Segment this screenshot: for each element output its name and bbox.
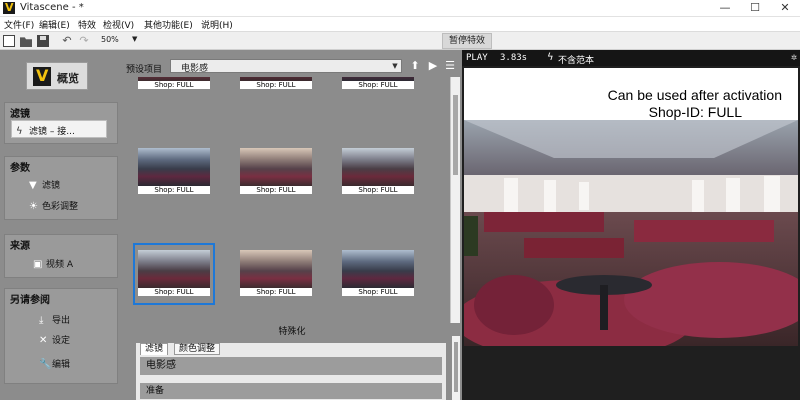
preset-thumb[interactable]: Shop: FULL [240,148,312,194]
funnel-icon: ▼ [29,180,37,191]
tab-color-adjust[interactable]: 颜色调整 [174,343,221,355]
ballroom-scene-graphic [464,120,798,346]
settings-tabs: 滤镜 颜色调整 电影感 准备 [136,343,446,400]
tab-filter[interactable]: 滤镜 [140,343,169,355]
tools-icon: ✕ [39,335,48,346]
params-item-color[interactable]: ☀ 色彩调整 [29,199,78,212]
preset-thumb[interactable]: Shop: FULL [138,148,210,194]
maximize-button[interactable]: ☐ [740,0,770,17]
time-readout: 3.83s [500,53,528,63]
preset-value: 电影感 [181,64,209,74]
params-item-filter[interactable]: ▼ 滤镜 [29,178,60,191]
window-title: Vitascene - * [20,2,84,13]
vitascene-logo-icon [33,66,51,86]
preset-label: 预设项目 [126,65,163,75]
active-filter-label: 滤镜 – 接... [29,127,75,137]
shop-id-notice: Shop-ID: FULL [648,104,742,120]
menu-bar: 文件(F) 编辑(E) 特效 检视(V) 其他功能(E) 说明(H) [0,17,800,32]
close-button[interactable]: ✕ [770,0,800,17]
preset-thumb[interactable]: Shop: FULL [240,250,312,296]
active-filter-item[interactable]: ϟ 滤镜 – 接... [11,120,107,138]
settings-scrollbar[interactable] [452,336,460,400]
preset-thumbnail-grid: Shop: FULL Shop: FULL Shop: FULL Shop: F… [122,77,448,323]
upload-arrow-icon[interactable]: ⬆ [408,58,422,73]
save-section: 另请参阅 ⤓ 导出 ✕ 设定 🔧编辑 [4,288,118,384]
list-view-icon[interactable]: ☰ [443,58,457,73]
params-section-title: 参数 [10,163,30,174]
preview-panel: PLAY 3.83s ϟ 不含范本 ✲ Can be used after ac… [462,50,800,400]
bolt-icon: ϟ [547,52,554,63]
save-disk-icon[interactable] [37,35,49,47]
filter-section-title: 滤镜 [10,109,30,120]
wrench-icon: 🔧 [39,359,52,370]
edit-button[interactable]: 🔧编辑 [39,357,70,370]
gear-icon[interactable]: ✲ [791,52,797,63]
menu-other[interactable]: 其他功能(E) [144,18,193,31]
menu-view[interactable]: 检视(V) [103,18,134,31]
menu-edit[interactable]: 编辑(E) [39,18,70,31]
zoom-level[interactable]: 50% [101,35,119,44]
monitor-icon: ▣ [33,259,43,270]
chevron-down-icon: ▼ [392,62,398,70]
left-panel: 概览 滤镜 ϟ 滤镜 – 接... 参数 ▼滤镜 ☀色彩调整 来源 ▣视频 A 另… [0,50,122,400]
export-icon: ⤓ [39,315,44,326]
preset-thumb-selected[interactable]: Shop: FULL [138,250,210,296]
source-item-video-a[interactable]: ▣ 视频 A [33,257,73,270]
filter-section: 滤镜 ϟ 滤镜 – 接... [4,102,118,144]
bolt-icon: ϟ [16,126,23,137]
menu-file[interactable]: 文件(F) [4,18,34,31]
video-preview: Can be used after activation Shop-ID: FU… [464,68,798,346]
template-badge: 不含范本 [558,56,595,66]
params-section: 参数 ▼ 滤镜 ☀ 色彩调整 [4,156,118,220]
preset-thumb[interactable]: Shop: FULL [342,250,414,296]
settings-button[interactable]: ✕ 设定 [39,333,70,346]
grid-scrollbar[interactable] [450,77,460,323]
source-section: 来源 ▣ 视频 A [4,234,118,278]
preset-thumb[interactable]: Shop: FULL [240,77,312,89]
preset-thumb[interactable]: Shop: FULL [342,148,414,194]
source-section-title: 来源 [10,241,30,252]
undo-icon[interactable]: ↶ [61,35,73,47]
redo-icon[interactable]: ↷ [78,35,90,47]
prep-header: 准备 [140,383,442,399]
preset-thumb[interactable]: Shop: FULL [342,77,414,89]
play-icon[interactable]: ▶ [426,58,440,73]
preset-panel: 预设项目 电影感 ▼ ⬆ ▶ ☰ Shop: FULL Shop: FULL S… [122,50,462,400]
preview-status-bar: PLAY 3.83s ϟ 不含范本 ✲ [462,50,800,66]
export-button[interactable]: ⤓ 导出 [39,313,70,326]
minimize-button[interactable]: — [710,0,740,17]
pause-effects-button[interactable]: 暂停特效 [442,33,492,49]
overview-label: 概览 [57,72,79,85]
menu-help[interactable]: 说明(H) [201,18,233,31]
open-folder-icon[interactable] [20,37,32,47]
sun-icon: ☀ [29,201,38,212]
ballroom-image [464,120,798,346]
filter-name-header: 电影感 [140,357,442,375]
app-logo [3,1,15,14]
save-section-title: 另请参阅 [10,295,50,306]
title-bar: Vitascene - * — ☐ ✕ [0,0,800,17]
overview-button[interactable]: 概览 [26,62,88,90]
new-file-icon[interactable] [3,35,15,47]
category-label: 特殊化 [278,327,306,337]
play-status: PLAY [466,53,488,63]
preset-dropdown[interactable]: 电影感 ▼ [170,59,402,74]
menu-effects[interactable]: 特效 [78,18,96,31]
toolbar: ↶ ↷ 50% ▼ 暂停特效 [0,32,800,50]
preset-thumb[interactable]: Shop: FULL [138,77,210,89]
zoom-dropdown-icon[interactable]: ▼ [132,35,137,43]
activation-notice: Can be used after activation [607,87,782,103]
